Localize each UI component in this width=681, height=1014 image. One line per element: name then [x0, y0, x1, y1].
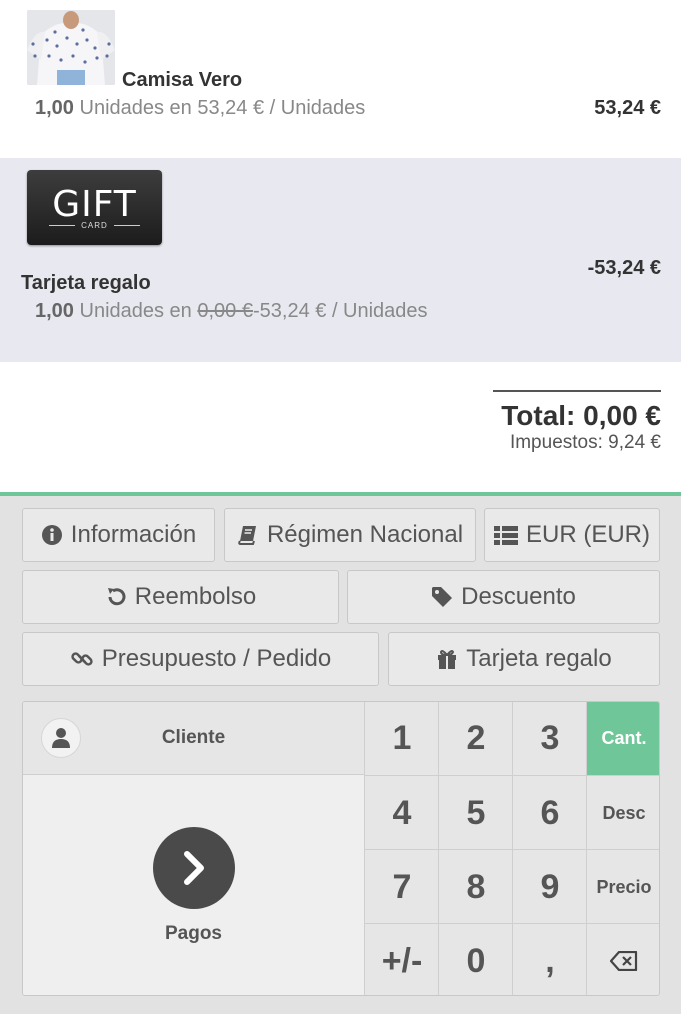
- numpad-key-8[interactable]: 8: [438, 849, 513, 924]
- customer-button[interactable]: Cliente: [23, 702, 364, 775]
- mode-quantity-button[interactable]: Cant.: [586, 702, 659, 775]
- numpad-key-3[interactable]: 3: [512, 702, 587, 775]
- order-taxes: Impuestos: 9,24 €: [509, 432, 661, 453]
- control-pad: Información Régimen Nacional EUR (EUR) R…: [0, 492, 681, 1014]
- payment-button[interactable]: Pagos: [23, 775, 364, 995]
- unit-price: 53,24 €: [197, 97, 265, 119]
- book-icon: [238, 526, 256, 545]
- product-qty: 1,00: [35, 300, 74, 322]
- order-panel: Camisa Vero 1,00 Unidades en 53,24 € / U…: [0, 0, 681, 492]
- mode-discount-button[interactable]: Desc: [586, 775, 659, 850]
- order-summary: Total: 0,00 € Impuestos: 9,24 €: [493, 390, 661, 454]
- fiscal-position-button[interactable]: Régimen Nacional: [224, 508, 476, 562]
- currency-button[interactable]: EUR (EUR): [484, 508, 660, 562]
- order-total: Total: 0,00 €: [501, 400, 661, 431]
- numpad-key-6[interactable]: 6: [512, 775, 587, 850]
- refund-label: Reembolso: [134, 583, 257, 610]
- product-price: 53,24 €: [594, 97, 661, 119]
- product-price: -53,24 €: [587, 257, 661, 279]
- numpad-key-comma[interactable]: ,: [512, 923, 587, 995]
- mode-price-button[interactable]: Precio: [586, 849, 659, 924]
- numpad-key-0[interactable]: 0: [438, 923, 513, 995]
- orderline-camisa[interactable]: Camisa Vero 1,00 Unidades en 53,24 € / U…: [0, 0, 681, 158]
- product-info: 1,00 Unidades en 0,00 €-53,24 € / Unidad…: [35, 300, 428, 323]
- unit-text: Unidades en: [79, 300, 192, 322]
- numpad-key-5[interactable]: 5: [438, 775, 513, 850]
- per-unit: / Unidades: [269, 97, 366, 119]
- numpad-key-4[interactable]: 4: [364, 775, 439, 850]
- unit-price: -53,24 €: [252, 300, 327, 322]
- backspace-button[interactable]: [586, 923, 659, 995]
- gift-card-label: Tarjeta regalo: [466, 645, 612, 672]
- customer-label: Cliente: [161, 727, 226, 748]
- info-circle-icon: [41, 525, 62, 545]
- info-label: Información: [70, 521, 197, 548]
- gift-card-sub: CARD: [27, 221, 162, 230]
- currency-label: EUR (EUR): [526, 521, 650, 548]
- numpad-key-plus-minus[interactable]: +/-: [364, 923, 439, 995]
- product-name: Camisa Vero: [122, 69, 243, 91]
- per-unit: / Unidades: [331, 300, 428, 322]
- gift-card-image: GIFT CARD: [27, 170, 162, 245]
- undo-icon: [107, 588, 126, 606]
- numpad: Cliente Pagos 1 2 3 Cant. 4 5 6 Desc 7 8…: [22, 701, 660, 996]
- old-price: 0,00 €: [197, 300, 253, 322]
- discount-label: Descuento: [461, 583, 576, 610]
- fiscal-label: Régimen Nacional: [266, 521, 464, 548]
- gift-icon: [438, 650, 457, 669]
- product-name: Tarjeta regalo: [21, 272, 151, 294]
- quotation-label: Presupuesto / Pedido: [101, 645, 332, 672]
- gift-card-word: GIFT: [52, 184, 137, 225]
- product-info: 1,00 Unidades en 53,24 € / Unidades: [35, 97, 365, 120]
- product-image-shirt: [27, 10, 115, 85]
- chevron-right-icon: [184, 851, 204, 885]
- info-button[interactable]: Información: [22, 508, 215, 562]
- numpad-key-2[interactable]: 2: [438, 702, 513, 775]
- list-icon: [494, 526, 518, 545]
- unit-text: Unidades en: [79, 97, 192, 119]
- backspace-icon: [610, 951, 638, 971]
- gift-card-button[interactable]: Tarjeta regalo: [388, 632, 660, 686]
- discount-button[interactable]: Descuento: [347, 570, 660, 624]
- payment-label: Pagos: [164, 923, 223, 944]
- link-icon: [71, 652, 93, 666]
- product-qty: 1,00: [35, 97, 74, 119]
- refund-button[interactable]: Reembolso: [22, 570, 339, 624]
- numpad-key-7[interactable]: 7: [364, 849, 439, 924]
- quotation-order-button[interactable]: Presupuesto / Pedido: [22, 632, 379, 686]
- tag-icon: [432, 587, 453, 607]
- numpad-key-9[interactable]: 9: [512, 849, 587, 924]
- numpad-key-1[interactable]: 1: [364, 702, 439, 775]
- payment-circle: [153, 827, 235, 909]
